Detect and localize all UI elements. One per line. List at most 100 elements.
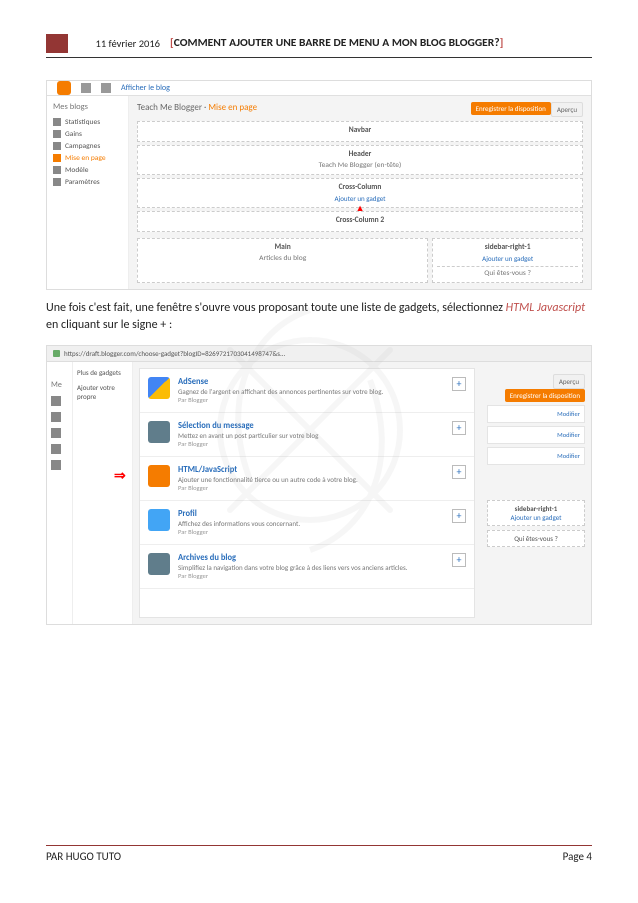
para-post: en cliquant sur le signe + : <box>46 318 172 332</box>
panel-more-gadgets[interactable]: Plus de gadgets <box>77 368 128 377</box>
gadget-by: Par Blogger <box>178 396 444 404</box>
pencil-icon <box>81 83 91 93</box>
preview-button-2[interactable]: Aperçu <box>553 374 585 389</box>
layout-navbar[interactable]: Navbar <box>137 121 583 142</box>
stats-icon <box>53 118 61 126</box>
modify-row-3[interactable]: Modifier <box>487 447 585 465</box>
gadget-by: Par Blogger <box>178 528 444 536</box>
screenshot-gadget-picker: https://draft.blogger.com/choose-gadget?… <box>46 345 592 625</box>
document-footer: PAR HUGO TUTO Page 4 <box>46 845 592 863</box>
gadget-desc: Ajouter une fonctionnalité tierce ou un … <box>178 475 444 484</box>
save-layout-button[interactable]: Enregistrer la disposition <box>471 102 551 115</box>
campaigns-icon <box>53 142 61 150</box>
screenshot-blogger-layout: Afficher le blog Mes blogs Statistiques … <box>46 80 592 290</box>
layout-right-panel: Aperçu Enregistrer la disposition Modifi… <box>481 362 591 624</box>
red-arrow-right-icon: ⇒ <box>114 467 126 484</box>
gadget-by: Par Blogger <box>178 572 444 580</box>
mini-icon-4[interactable] <box>51 444 61 454</box>
blogger-logo-icon <box>57 81 71 95</box>
gadget-adsense[interactable]: AdSense Gagnez de l'argent en affichant … <box>140 369 474 413</box>
right-sidebar-box[interactable]: sidebar-right-1 Ajouter un gadget <box>487 500 585 526</box>
me-label: Me <box>51 380 68 390</box>
instruction-paragraph: Une fois c'est fait, une fenêtre s'ouvre… <box>46 300 592 335</box>
document-content: Afficher le blog Mes blogs Statistiques … <box>46 58 592 845</box>
lock-icon <box>53 350 60 357</box>
header-title: [COMMENT AJOUTER UNE BARRE DE MENU A MON… <box>166 34 592 53</box>
gadget-profile[interactable]: Profil Affichez des informations vous co… <box>140 501 474 545</box>
gadget-by: Par Blogger <box>178 440 444 448</box>
mini-icon-5[interactable] <box>51 460 61 470</box>
archive-icon <box>148 553 170 575</box>
gadget-title: Sélection du message <box>178 421 444 431</box>
sidebar-item-campaigns[interactable]: Campagnes <box>53 142 122 151</box>
gadget-title: AdSense <box>178 377 444 387</box>
mini-icon-1[interactable] <box>51 396 61 406</box>
add-gadget-link-side[interactable]: Ajouter un gadget <box>437 254 578 263</box>
gadget-category-panel: Plus de gadgets Ajouter votre propre <box>73 362 133 624</box>
header-date-box: 11 février 2016 <box>46 34 166 53</box>
settings-icon <box>53 178 61 186</box>
gadget-title: Profil <box>178 509 444 519</box>
gadget-desc: Simplifiez la navigation dans votre blog… <box>178 563 444 572</box>
html-js-icon <box>148 465 170 487</box>
breadcrumb-blog[interactable]: Teach Me Blogger <box>137 102 202 113</box>
panel-add-own[interactable]: Ajouter votre propre <box>77 383 128 401</box>
add-button[interactable]: + <box>452 509 466 523</box>
url-text: https://draft.blogger.com/choose-gadget?… <box>64 349 285 358</box>
breadcrumb-sep: · <box>204 102 206 113</box>
para-pre: Une fois c'est fait, une fenêtre s'ouvre… <box>46 301 506 315</box>
sidebar-item-layout[interactable]: Mise en page <box>53 154 122 163</box>
gadget-archives[interactable]: Archives du blog Simplifiez la navigatio… <box>140 545 474 589</box>
header-title-text: COMMENT AJOUTER UNE BARRE DE MENU A MON … <box>174 36 500 50</box>
mini-icon-2[interactable] <box>51 412 61 422</box>
earnings-icon <box>53 130 61 138</box>
layout-cross-column[interactable]: Cross-Column Ajouter un gadget ▲ <box>137 178 583 208</box>
preview-button[interactable]: Aperçu <box>551 102 583 117</box>
mini-icon-3[interactable] <box>51 428 61 438</box>
footer-author: PAR HUGO TUTO <box>46 850 121 863</box>
footer-page: Page 4 <box>563 850 592 863</box>
featured-icon <box>148 421 170 443</box>
document-page: 11 février 2016 [COMMENT AJOUTER UNE BAR… <box>0 0 638 903</box>
blogger-body: Mes blogs Statistiques Gains Campagnes M… <box>47 96 591 290</box>
gadget-featured-post[interactable]: Sélection du message Mettez en avant un … <box>140 413 474 457</box>
gadget-desc: Mettez en avant un post particulier sur … <box>178 431 444 440</box>
adsense-icon <box>148 377 170 399</box>
sidebar-title: Mes blogs <box>53 102 122 112</box>
mini-sidebar: Me <box>47 362 73 624</box>
breadcrumb-page: Mise en page <box>208 102 257 113</box>
layout-cross-column-2[interactable]: Cross-Column 2 <box>137 211 583 232</box>
profile-icon <box>148 509 170 531</box>
breadcrumb: Teach Me Blogger · Mise en page Aperçu E… <box>137 102 583 113</box>
template-icon <box>53 166 61 174</box>
browser-address-bar: https://draft.blogger.com/choose-gadget?… <box>47 346 591 362</box>
gadget-title: Archives du blog <box>178 553 444 563</box>
layout-main[interactable]: MainArticles du blog <box>137 238 428 283</box>
add-button[interactable]: + <box>452 553 466 567</box>
who-widget[interactable]: Qui êtes-vous ? <box>437 266 578 278</box>
blogger-main: Teach Me Blogger · Mise en page Aperçu E… <box>129 96 591 290</box>
layout-header[interactable]: HeaderTeach Me Blogger (en-tête) <box>137 145 583 175</box>
header-date: 11 février 2016 <box>46 37 166 50</box>
add-button[interactable]: + <box>452 465 466 479</box>
sidebar-item-template[interactable]: Modèle <box>53 166 122 175</box>
save-button-2[interactable]: Enregistrer la disposition <box>505 389 585 402</box>
list-icon <box>101 83 111 93</box>
right-who-box[interactable]: Qui êtes-vous ? <box>487 530 585 547</box>
sidebar-item-settings[interactable]: Paramètres <box>53 178 122 187</box>
document-header: 11 février 2016 [COMMENT AJOUTER UNE BAR… <box>46 34 592 53</box>
add-button[interactable]: + <box>452 421 466 435</box>
layout-sidebar-right[interactable]: sidebar-right-1 Ajouter un gadget Qui êt… <box>432 238 583 283</box>
view-blog-link[interactable]: Afficher le blog <box>121 83 170 93</box>
add-button[interactable]: + <box>452 377 466 391</box>
sidebar-item-earnings[interactable]: Gains <box>53 130 122 139</box>
bracket-close: ] <box>500 36 504 50</box>
sidebar-item-stats[interactable]: Statistiques <box>53 118 122 127</box>
right-add-gadget[interactable]: Ajouter un gadget <box>491 513 581 522</box>
gadget-html-javascript[interactable]: ⇒ HTML/JavaScript Ajouter une fonctionna… <box>140 457 474 501</box>
blogger-toolbar: Afficher le blog <box>47 81 591 96</box>
layout-editor: Navbar HeaderTeach Me Blogger (en-tête) … <box>137 121 583 286</box>
modify-row-1[interactable]: Modifier <box>487 405 585 423</box>
gadget-by: Par Blogger <box>178 484 444 492</box>
modify-row-2[interactable]: Modifier <box>487 426 585 444</box>
